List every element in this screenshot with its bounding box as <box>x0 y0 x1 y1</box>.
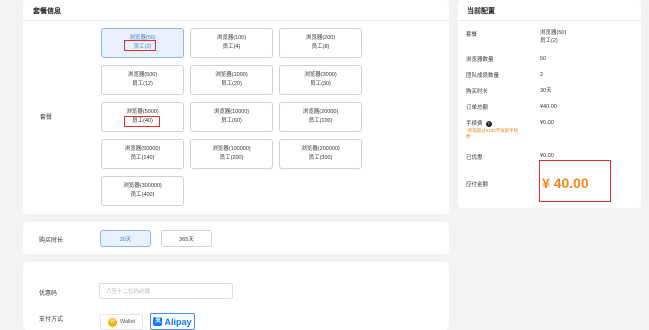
config-discount: ¥0.00 <box>540 153 554 159</box>
alipay-icon: 支 <box>153 317 163 326</box>
package-browser-count: 浏览器(20000) <box>302 109 339 115</box>
wallet-icon: W <box>107 317 117 327</box>
package-option[interactable]: 浏览器(100000) 员工(200) <box>190 139 273 169</box>
package-option[interactable]: 浏览器(200000) 员工(300) <box>279 139 362 169</box>
config-fee: ¥0.00 <box>540 120 554 126</box>
config-payable-label: 应付金额 <box>466 182 489 188</box>
package-browser-count: 浏览器(1000) <box>215 72 248 78</box>
duration-option-30-days[interactable]: 30天 <box>100 230 151 247</box>
config-package-employees: 员工(2) <box>540 38 558 44</box>
package-employee-count: 员工(8) <box>311 44 330 50</box>
fee-note-line-1: *单笔超过¥100不收取手续 <box>466 128 519 133</box>
question-icon[interactable]: ? <box>485 120 492 127</box>
package-employee-count: 员工(4) <box>222 44 241 50</box>
config-duration: 30天 <box>540 88 552 94</box>
config-discount-label: 已优惠 <box>466 155 483 161</box>
package-browser-count: 浏览器(200) <box>305 35 336 41</box>
divider <box>458 20 641 21</box>
section-title-current-config: 当前配置 <box>467 8 495 15</box>
duration-label: 购买时长 <box>39 238 64 244</box>
package-option[interactable]: 浏览器(300000) 员工(400) <box>101 176 184 206</box>
alipay-label: Alipay <box>164 316 192 327</box>
package-row-label: 套餐 <box>40 115 53 121</box>
wallet-label: Wallet <box>119 319 136 325</box>
package-option[interactable]: 浏览器(100) 员工(4) <box>190 28 273 58</box>
config-order-total: ¥40.00 <box>540 104 557 110</box>
config-browser-count: 50 <box>540 56 547 62</box>
package-option[interactable]: 浏览器(1000) 员工(20) <box>190 65 273 95</box>
package-browser-count: 浏览器(100) <box>216 35 247 41</box>
highlight-box-employee-2 <box>124 40 156 51</box>
config-order-total-label: 订单总额 <box>466 105 489 111</box>
package-browser-count: 浏览器(500) <box>127 72 158 78</box>
package-browser-count: 浏览器(50000) <box>124 146 161 152</box>
config-browser-count-label: 浏览器数量 <box>466 57 494 63</box>
config-fee-label-row: 手续费? <box>466 119 492 127</box>
config-duration-label: 购买时长 <box>466 89 489 95</box>
package-employee-count: 员工(60) <box>221 118 242 124</box>
package-browser-count: 浏览器(300000) <box>123 183 162 189</box>
package-employee-count: 员工(12) <box>132 81 153 87</box>
package-option[interactable]: 浏览器(50000) 员工(140) <box>101 139 184 169</box>
fee-note-line-2: 费 <box>466 134 471 139</box>
package-option[interactable]: 浏览器(200) 员工(8) <box>279 28 362 58</box>
config-team-count: 2 <box>540 72 544 78</box>
section-title-package-info: 套餐信息 <box>33 8 61 15</box>
package-employee-count: 员工(200) <box>219 155 244 161</box>
config-package-label: 套餐 <box>466 32 478 38</box>
package-option[interactable]: 浏览器(500) 员工(12) <box>101 65 184 95</box>
package-browser-count: 浏览器(10000) <box>213 109 250 115</box>
config-package-browsers: 浏览器(50) <box>540 30 567 36</box>
wallet-payment-button[interactable]: W Wallet <box>100 314 143 330</box>
duration-option-365-days[interactable]: 365天 <box>161 230 212 247</box>
package-employee-count: 员工(20) <box>221 81 242 87</box>
coupon-payment-card: 优惠码 支付方式 <box>23 262 449 330</box>
config-team-count-label: 团队成员数量 <box>466 73 500 79</box>
duration-card: 购买时长 <box>23 222 449 254</box>
package-employee-count: 员工(140) <box>130 155 155 161</box>
package-option[interactable]: 浏览器(3000) 员工(30) <box>279 65 362 95</box>
package-browser-count: 浏览器(200000) <box>301 146 340 152</box>
coupon-label: 优惠码 <box>39 291 58 297</box>
highlight-box-employee-40 <box>124 116 160 127</box>
config-fee-label: 手续费 <box>466 121 483 127</box>
package-employee-count: 员工(400) <box>130 192 155 198</box>
divider <box>23 20 449 21</box>
coupon-code-input[interactable]: 六至十二位码必填 <box>99 283 233 299</box>
config-payable-amount: ¥ 40.00 <box>542 175 589 191</box>
package-option[interactable]: 浏览器(20000) 员工(100) <box>279 102 362 132</box>
package-employee-count: 员工(100) <box>308 118 333 124</box>
alipay-payment-button[interactable]: 支 Alipay <box>150 313 195 330</box>
package-browser-count: 浏览器(3000) <box>304 72 337 78</box>
package-option[interactable]: 浏览器(10000) 员工(60) <box>190 102 273 132</box>
package-employee-count: 员工(300) <box>308 155 333 161</box>
package-browser-count: 浏览器(100000) <box>212 146 251 152</box>
payment-method-label: 支付方式 <box>39 317 64 323</box>
package-employee-count: 员工(30) <box>310 81 331 87</box>
